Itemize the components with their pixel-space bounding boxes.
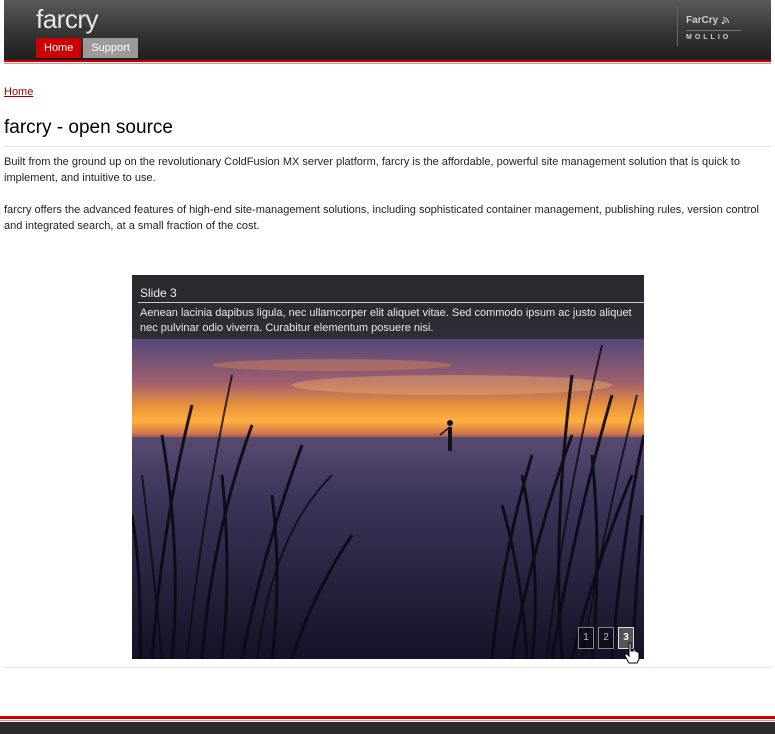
main-nav: Home Support	[36, 38, 138, 58]
image-slideshow[interactable]: Slide 3 Aenean lacinia dapibus ligula, n…	[132, 275, 644, 659]
caption-divider	[138, 302, 644, 303]
slide-caption: Aenean lacinia dapibus ligula, nec ullam…	[140, 307, 632, 334]
farcry-mollio-logo: FarCry MOLLIO	[677, 6, 741, 46]
brand-name: FarCry	[686, 14, 719, 26]
nav-tab-support[interactable]: Support	[83, 38, 138, 58]
breadcrumb-home-link[interactable]: Home	[4, 86, 33, 98]
footer-divider-light	[0, 720, 775, 721]
site-footer	[0, 722, 775, 734]
hand-pointer-cursor-icon	[624, 642, 640, 664]
site-header: farcry Home Support FarCry MOLLIO	[4, 0, 771, 62]
content-divider	[4, 667, 771, 668]
brand-subname: MOLLIO	[686, 30, 741, 41]
breadcrumb: Home	[4, 86, 33, 98]
nav-tab-home[interactable]: Home	[36, 38, 82, 58]
title-divider	[4, 146, 771, 147]
signal-icon	[722, 17, 730, 25]
slide-title: Slide 3	[140, 286, 177, 300]
pager-button-2[interactable]: 2	[598, 627, 614, 649]
header-divider	[4, 60, 771, 62]
page-title: farcry - open source	[4, 117, 173, 138]
footer-divider	[0, 716, 775, 719]
header-divider-light	[4, 63, 771, 64]
intro-paragraph: Built from the ground up on the revoluti…	[4, 156, 740, 184]
features-paragraph: farcry offers the advanced features of h…	[4, 204, 759, 232]
site-title[interactable]: farcry	[36, 4, 99, 35]
slide-caption-panel: Slide 3 Aenean lacinia dapibus ligula, n…	[132, 275, 644, 339]
pager-button-1[interactable]: 1	[578, 627, 594, 649]
